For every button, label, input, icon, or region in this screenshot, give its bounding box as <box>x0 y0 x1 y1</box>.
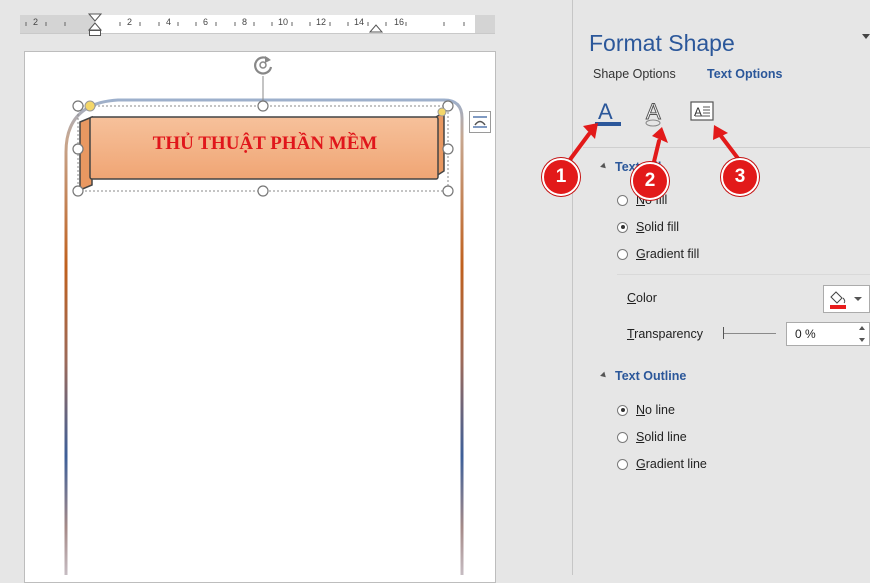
adjust-handle <box>84 100 96 112</box>
section-divider <box>617 274 870 275</box>
radio-solid-line[interactable]: Solid line <box>617 429 687 445</box>
collapse-arrow-icon <box>600 371 608 380</box>
tab-shape-options[interactable]: Shape Options <box>593 67 676 81</box>
spin-up-icon[interactable] <box>859 326 865 330</box>
transparency-spinner[interactable]: 0 % <box>786 322 870 346</box>
text-fill-outline-button[interactable]: A <box>593 96 623 130</box>
radio-label: No line <box>636 403 675 417</box>
document-area: 2 2 4 6 8 10 12 14 16 THỦ THUẬT PHẦN MỀM <box>0 0 572 583</box>
radio-label: Gradient fill <box>636 247 700 261</box>
collapse-arrow-icon <box>600 162 608 171</box>
svg-text:A: A <box>694 105 702 119</box>
radio-no-line[interactable]: No line <box>617 402 675 418</box>
layout-options-button[interactable] <box>469 111 491 133</box>
annotation-marker: 2 <box>631 162 669 200</box>
transparency-label: Transparency <box>627 327 703 341</box>
transparency-value: 0 % <box>795 327 816 341</box>
radio-button[interactable] <box>617 221 628 233</box>
section-header-text-outline: Text Outline <box>615 369 687 383</box>
radio-gradient-line[interactable]: Gradient line <box>617 456 707 472</box>
radio-label: Solid line <box>636 430 687 444</box>
radio-gradient-fill[interactable]: Gradient fill <box>617 246 699 262</box>
shape-drawing <box>64 76 464 575</box>
textbox-layout-button[interactable]: A <box>688 96 718 130</box>
text-effects-icon: A <box>645 99 662 127</box>
radio-label: Gradient line <box>636 457 707 471</box>
text-fill-outline-icon: A <box>595 99 621 126</box>
annotation-marker: 1 <box>542 158 580 196</box>
spin-down-icon[interactable] <box>859 338 865 342</box>
radio-button[interactable] <box>617 194 628 206</box>
banner-text[interactable]: THỦ THUẬT PHẦN MỀM <box>92 133 438 155</box>
radio-button[interactable] <box>617 431 628 443</box>
color-picker-button[interactable] <box>823 285 870 313</box>
format-shape-pane: Format Shape Shape Options Text Options … <box>573 0 870 575</box>
radio-button[interactable] <box>617 404 628 416</box>
pane-title: Format Shape <box>589 30 735 56</box>
layout-options-icon <box>473 116 487 128</box>
pane-separator <box>583 147 870 148</box>
rotate-handle-icon[interactable] <box>250 52 276 78</box>
radio-button[interactable] <box>617 458 628 470</box>
radio-button[interactable] <box>617 248 628 260</box>
tab-text-options[interactable]: Text Options <box>707 67 782 81</box>
radio-label: Solid fill <box>636 220 680 234</box>
svg-text:A: A <box>598 99 613 124</box>
pane-options-chevron-icon[interactable] <box>862 34 870 39</box>
color-label: Color <box>627 291 657 305</box>
text-effects-button[interactable]: A <box>639 96 669 130</box>
transparency-slider[interactable] <box>724 333 776 334</box>
textbox-layout-icon: A <box>690 101 714 121</box>
paint-bucket-icon <box>830 291 862 309</box>
annotation-marker: 3 <box>721 158 759 196</box>
radio-solid-fill[interactable]: Solid fill <box>617 219 679 235</box>
